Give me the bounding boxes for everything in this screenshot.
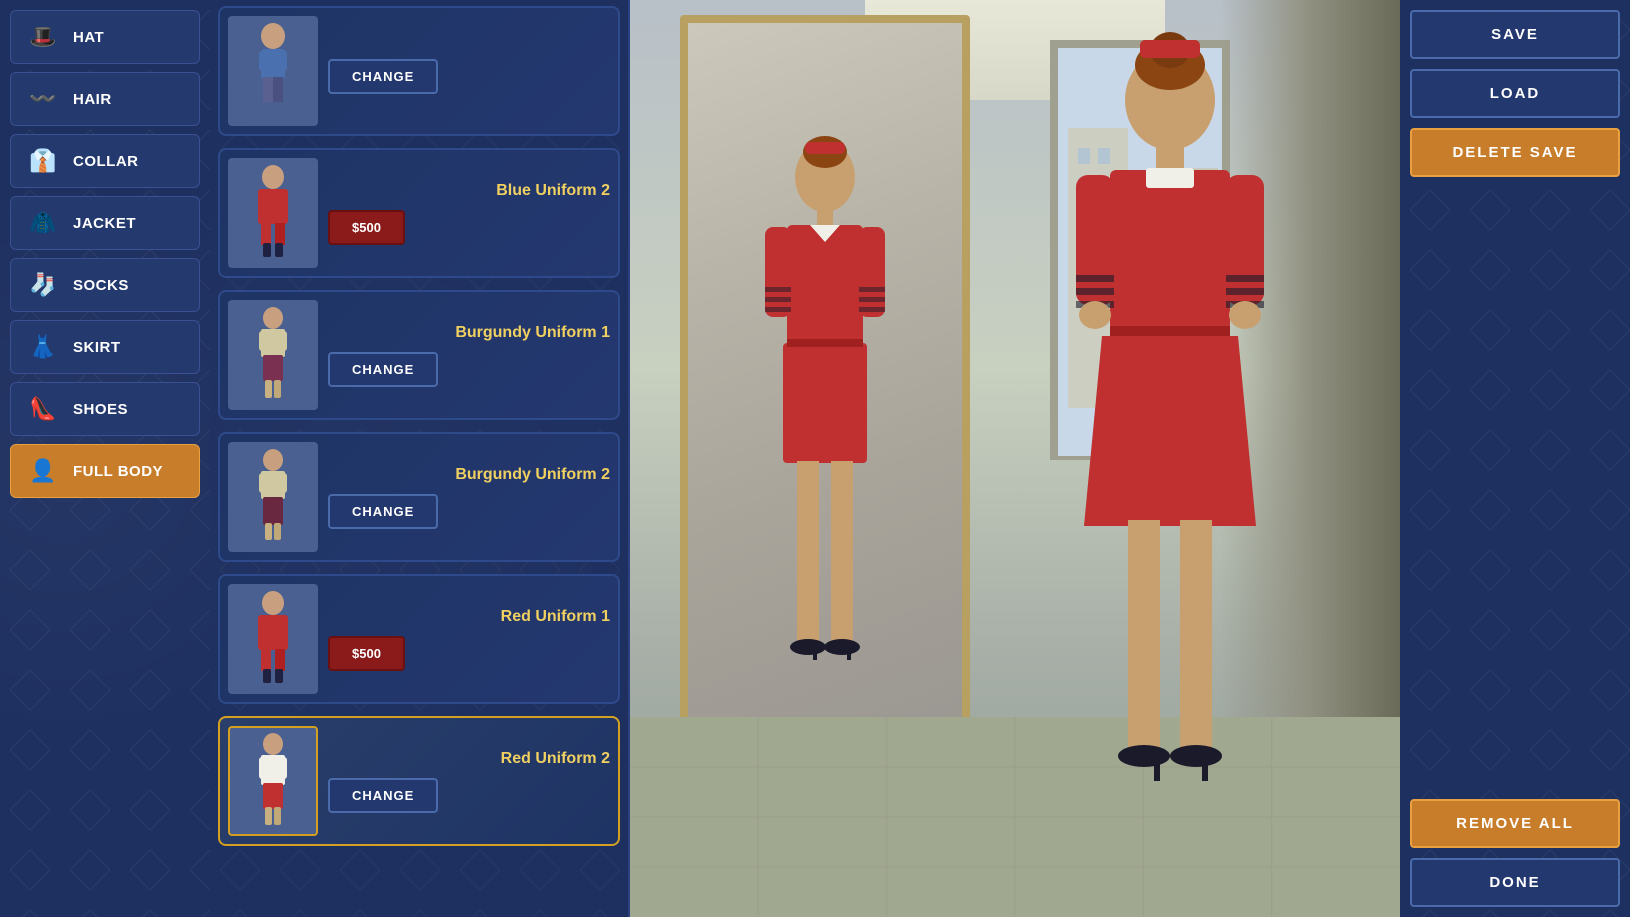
collar-icon: 👔 [25,143,61,179]
clothing-card-blue-uniform-2: Blue Uniform 2 $500 [218,148,620,278]
mirror-character [725,117,925,797]
sidebar-label-skirt: Skirt [73,339,121,356]
sidebar-label-socks: Socks [73,277,129,294]
sidebar-item-skirt[interactable]: 👗 Skirt [10,320,200,374]
clothing-card-red-uniform-1: Red Uniform 1 $500 [218,574,620,704]
clothing-thumb-burgundy-uniform-2 [228,442,318,552]
full-body-icon: 👤 [25,453,61,489]
main-character [1020,20,1320,900]
sidebar-item-shoes[interactable]: 👠 Shoes [10,382,200,436]
card-name-red-uniform-1: Red Uniform 1 [328,608,610,626]
clothing-card-red-uniform-2: Red Uniform 2 CHANGE [218,716,620,846]
card-info-top: CHANGE [328,49,610,94]
preview-area [630,0,1400,917]
sidebar-item-collar[interactable]: 👔 Collar [10,134,200,188]
skirt-icon: 👗 [25,329,61,365]
card-info-red-uniform-2: Red Uniform 2 CHANGE [328,750,610,813]
price-button-blue-uniform-2[interactable]: $500 [328,210,405,245]
mirror-inner [688,23,962,797]
price-button-red-uniform-1[interactable]: $500 [328,636,405,671]
clothing-thumb-burgundy-uniform-1 [228,300,318,410]
card-name-burgundy-uniform-1: Burgundy Uniform 1 [328,324,610,342]
done-button[interactable]: DONE [1410,858,1620,907]
sidebar-label-hat: Hat [73,29,104,46]
right-panel: SAVE LOAD DELETE SAVE REMOVE ALL DONE [1400,0,1630,917]
change-button-red-uniform-2[interactable]: CHANGE [328,778,438,813]
sidebar-label-hair: Hair [73,91,112,108]
change-button-burgundy-uniform-2[interactable]: CHANGE [328,494,438,529]
card-name-red-uniform-2: Red Uniform 2 [328,750,610,768]
clothing-list: CHANGE Blue Uniform 2 $500 [210,0,630,917]
card-name-blue-uniform-2: Blue Uniform 2 [328,182,610,200]
hair-icon: 〰️ [25,81,61,117]
main-character-svg [1020,20,1320,900]
clothing-card-top: CHANGE [218,6,620,136]
clothing-thumb-red-uniform-2 [228,726,318,836]
clothing-card-burgundy-uniform-2: Burgundy Uniform 2 CHANGE [218,432,620,562]
remove-all-button[interactable]: REMOVE ALL [1410,799,1620,848]
spacer [1410,187,1620,789]
sidebar-item-socks[interactable]: 🧦 Socks [10,258,200,312]
shoes-icon: 👠 [25,391,61,427]
sidebar-item-full-body[interactable]: 👤 Full Body [10,444,200,498]
card-info-burgundy-uniform-1: Burgundy Uniform 1 CHANGE [328,324,610,387]
sidebar-label-full-body: Full Body [73,463,163,480]
sidebar-item-hat[interactable]: 🎩 Hat [10,10,200,64]
sidebar-item-hair[interactable]: 〰️ Hair [10,72,200,126]
clothing-thumb-blue-uniform-2 [228,158,318,268]
preview-room [630,0,1400,917]
sidebar-item-jacket[interactable]: 🧥 Jacket [10,196,200,250]
sidebar-label-shoes: Shoes [73,401,128,418]
hat-icon: 🎩 [25,19,61,55]
card-info-red-uniform-1: Red Uniform 1 $500 [328,608,610,671]
clothing-card-burgundy-uniform-1: Burgundy Uniform 1 CHANGE [218,290,620,420]
card-info-burgundy-uniform-2: Burgundy Uniform 2 CHANGE [328,466,610,529]
load-button[interactable]: LOAD [1410,69,1620,118]
change-button-burgundy-uniform-1[interactable]: CHANGE [328,352,438,387]
save-button[interactable]: SAVE [1410,10,1620,59]
change-button-top[interactable]: CHANGE [328,59,438,94]
sidebar-label-collar: Collar [73,153,139,170]
delete-save-button[interactable]: DELETE SAVE [1410,128,1620,177]
card-name-burgundy-uniform-2: Burgundy Uniform 2 [328,466,610,484]
jacket-icon: 🧥 [25,205,61,241]
socks-icon: 🧦 [25,267,61,303]
sidebar: 🎩 Hat 〰️ Hair 👔 Collar 🧥 Jacket 🧦 Socks … [0,0,210,917]
card-info-blue-uniform-2: Blue Uniform 2 $500 [328,182,610,245]
mirror-frame [680,15,970,805]
clothing-thumb-top [228,16,318,126]
clothing-thumb-red-uniform-1 [228,584,318,694]
sidebar-label-jacket: Jacket [73,215,136,232]
